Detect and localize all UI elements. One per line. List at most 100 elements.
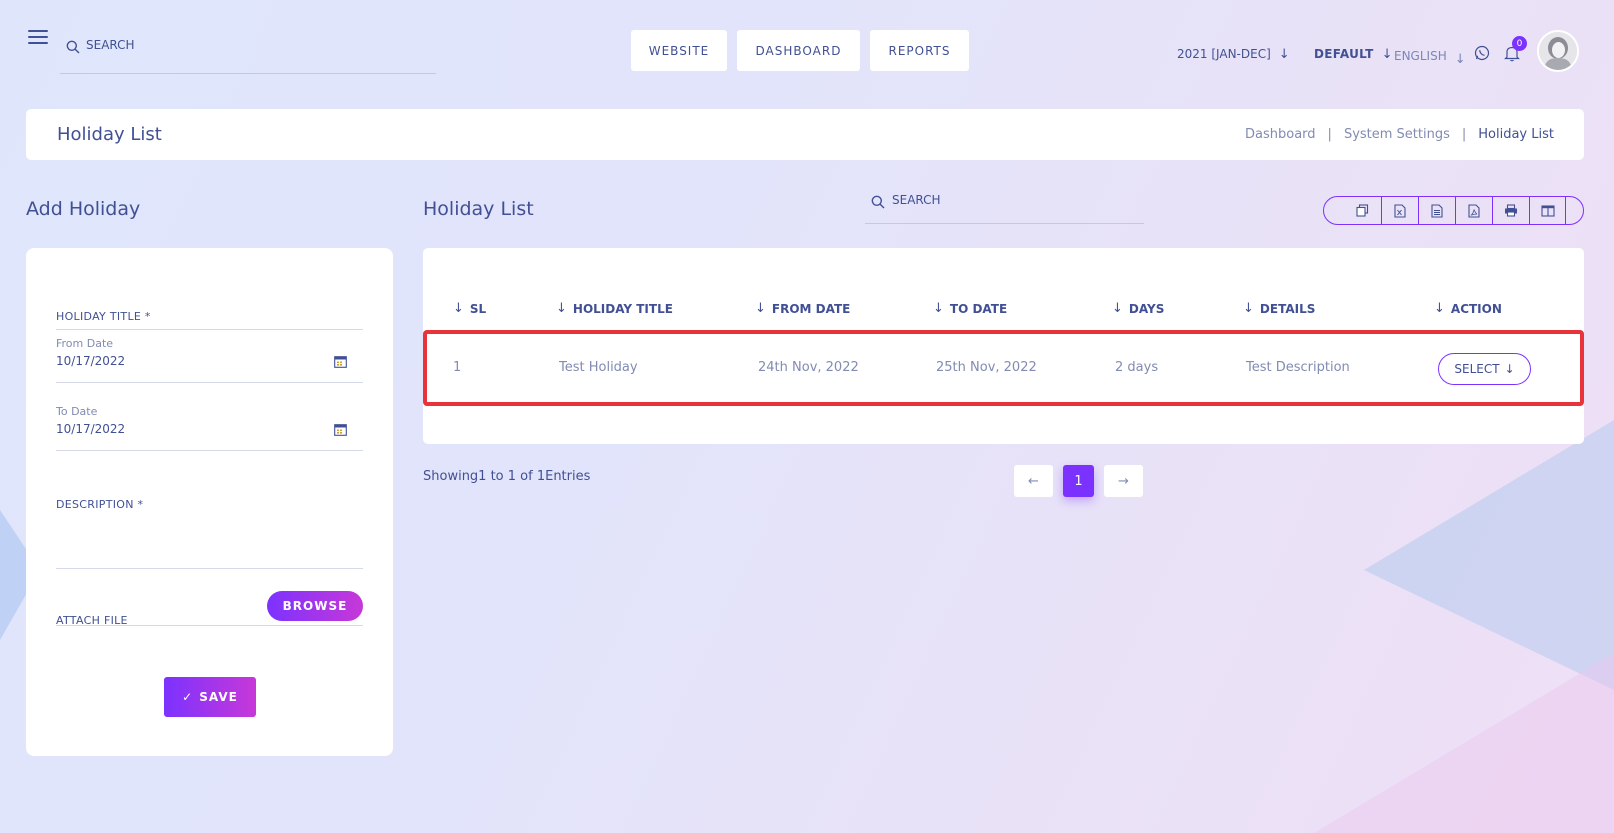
whatsapp-icon[interactable]	[1474, 45, 1490, 61]
column-header-days[interactable]: ↓ DAYS	[1112, 301, 1164, 316]
sort-arrow-icon: ↓	[933, 301, 944, 316]
pagination-page-1[interactable]: 1	[1063, 465, 1094, 497]
breadcrumb: Dashboard | System Settings | Holiday Li…	[1245, 127, 1554, 142]
column-header-sl[interactable]: ↓ SL	[453, 301, 486, 316]
style-select[interactable]: DEFAULT ↓	[1314, 44, 1393, 64]
description-label: DESCRIPTION *	[56, 498, 144, 511]
language-select-value: ENGLISH	[1394, 49, 1447, 63]
copy-icon	[1356, 204, 1369, 217]
save-button-label: SAVE	[199, 690, 238, 704]
cell-to-date: 25th Nov, 2022	[936, 360, 1037, 375]
column-header-from-date[interactable]: ↓ FROM DATE	[755, 301, 850, 316]
arrow-down-icon: ↓	[1454, 51, 1466, 67]
holiday-list-title: Holiday List	[423, 198, 534, 220]
list-search-input[interactable]	[892, 193, 1132, 207]
column-header-label: DETAILS	[1259, 301, 1316, 316]
arrow-down-icon: ↓	[1381, 46, 1393, 62]
page-title: Holiday List	[57, 124, 162, 145]
column-header-label: TO DATE	[949, 301, 1008, 316]
sort-arrow-icon: ↓	[1243, 301, 1254, 316]
pagination-next-button[interactable]: →	[1104, 465, 1143, 497]
save-button[interactable]: ✓ SAVE	[164, 677, 256, 717]
sort-arrow-icon: ↓	[1112, 301, 1123, 316]
attach-file-label: ATTACH FILE	[56, 614, 128, 627]
reports-button[interactable]: REPORTS	[870, 30, 969, 71]
entries-info: Showing1 to 1 of 1Entries	[423, 469, 591, 484]
sort-arrow-icon: ↓	[556, 301, 567, 316]
columns-button[interactable]	[1529, 197, 1566, 224]
arrow-down-icon: ↓	[1278, 46, 1290, 62]
list-search-bar	[865, 190, 1144, 224]
cell-days: 2 days	[1115, 360, 1159, 375]
columns-icon	[1540, 204, 1555, 217]
cell-from-date: 24th Nov, 2022	[758, 360, 859, 375]
csv-button[interactable]	[1418, 197, 1455, 224]
breadcrumb-separator: |	[1461, 127, 1467, 142]
column-header-details[interactable]: ↓ DETAILS	[1243, 301, 1315, 316]
csv-icon	[1431, 203, 1443, 218]
breadcrumb-holiday-list: Holiday List	[1478, 127, 1554, 142]
academic-year-select[interactable]: 2021 [JAN-DEC] ↓	[1177, 44, 1290, 64]
search-icon	[871, 195, 885, 209]
calendar-icon[interactable]	[334, 355, 347, 368]
holiday-title-field[interactable]: HOLIDAY TITLE *	[56, 303, 363, 330]
browse-button[interactable]: BROWSE	[267, 591, 363, 621]
sort-arrow-icon: ↓	[453, 301, 464, 316]
column-header-label: HOLIDAY TITLE	[572, 301, 673, 316]
column-header-label: SL	[469, 301, 487, 316]
cell-holiday-title: Test Holiday	[559, 360, 638, 375]
search-input[interactable]	[86, 38, 416, 52]
menu-icon[interactable]	[28, 30, 48, 50]
column-header-holiday-title[interactable]: ↓ HOLIDAY TITLE	[556, 301, 673, 316]
print-icon	[1505, 204, 1517, 217]
column-header-label: DAYS	[1128, 301, 1165, 316]
pdf-button[interactable]	[1455, 197, 1492, 224]
cell-sl: 1	[453, 360, 462, 375]
calendar-icon[interactable]	[334, 423, 347, 436]
sort-arrow-icon: ↓	[1434, 301, 1445, 316]
breadcrumb-separator: |	[1327, 127, 1332, 142]
sort-arrow-icon: ↓	[755, 301, 766, 316]
breadcrumb-dashboard[interactable]: Dashboard	[1245, 127, 1316, 142]
excel-button[interactable]	[1381, 197, 1418, 224]
from-date-label: From Date	[56, 337, 114, 350]
avatar[interactable]	[1537, 30, 1579, 72]
notification-badge: 0	[1512, 36, 1527, 51]
to-date-field[interactable]: To Date 10/17/2022	[56, 405, 363, 451]
add-holiday-title: Add Holiday	[26, 198, 141, 220]
website-button[interactable]: WEBSITE	[631, 30, 727, 71]
arrow-down-icon: ↓	[1504, 362, 1515, 376]
search-icon	[66, 40, 80, 54]
copy-button[interactable]	[1344, 197, 1381, 224]
print-button[interactable]	[1492, 197, 1529, 224]
top-nav: WEBSITE DASHBOARD REPORTS	[631, 30, 969, 71]
pagination-prev-button[interactable]: ←	[1014, 465, 1053, 497]
language-select[interactable]: ENGLISH ↓	[1394, 46, 1466, 67]
column-header-to-date[interactable]: ↓ TO DATE	[933, 301, 1007, 316]
excel-icon	[1394, 203, 1406, 218]
background-shape	[1314, 653, 1614, 833]
column-header-action[interactable]: ↓ ACTION	[1434, 301, 1502, 316]
holiday-table: ↓ SL ↓ HOLIDAY TITLE ↓ FROM DATE ↓ TO DA…	[423, 248, 1584, 444]
select-action-label: SELECT	[1454, 362, 1500, 376]
from-date-value: 10/17/2022	[56, 354, 126, 368]
to-date-label: To Date	[56, 405, 98, 418]
column-header-label: ACTION	[1450, 301, 1502, 316]
page-header: Holiday List Dashboard | System Settings…	[26, 109, 1584, 160]
check-icon: ✓	[182, 690, 194, 704]
pdf-icon	[1468, 203, 1480, 218]
description-field[interactable]: DESCRIPTION *	[56, 498, 363, 569]
export-button-group	[1323, 196, 1584, 225]
select-action-button[interactable]: SELECT ↓	[1438, 353, 1531, 385]
dashboard-button[interactable]: DASHBOARD	[737, 30, 860, 71]
holiday-title-label: HOLIDAY TITLE *	[56, 310, 151, 323]
style-select-value: DEFAULT	[1314, 47, 1374, 61]
from-date-field[interactable]: From Date 10/17/2022	[56, 337, 363, 383]
to-date-value: 10/17/2022	[56, 422, 126, 436]
breadcrumb-system-settings[interactable]: System Settings	[1344, 127, 1450, 142]
cell-details: Test Description	[1246, 360, 1350, 375]
avatar-image	[1539, 32, 1577, 70]
academic-year-value: 2021 [JAN-DEC]	[1177, 47, 1271, 61]
column-header-label: FROM DATE	[771, 301, 851, 316]
background-shape	[1364, 420, 1614, 690]
